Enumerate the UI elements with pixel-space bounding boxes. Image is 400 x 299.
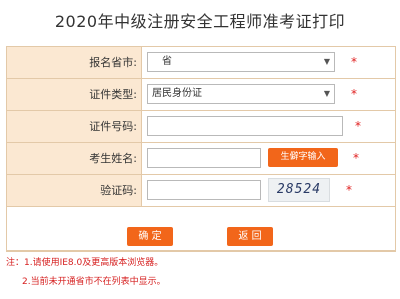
rare-char-input-button[interactable]: 生僻字输入	[268, 148, 338, 167]
admission-ticket-form: 报名省市: 省 ▼ * 证件类型: 居民身份证 ▼ * 证件号码: * 考生姓名…	[6, 46, 396, 251]
chevron-down-icon: ▼	[323, 89, 330, 98]
province-select[interactable]: 省 ▼	[147, 52, 335, 72]
name-field: 生僻字输入 *	[142, 143, 395, 174]
id-type-select-value: 居民身份证	[152, 88, 202, 99]
captcha-label: 验证码:	[7, 175, 142, 206]
id-number-label: 证件号码:	[7, 111, 142, 142]
page-title: 2020年中级注册安全工程师准考证打印	[54, 12, 346, 31]
note-line-2: 2.当前未开通省市不在列表中显示。	[22, 277, 166, 287]
name-input[interactable]	[147, 148, 261, 168]
id-type-label: 证件类型:	[7, 79, 142, 110]
captcha-field: 28524 *	[142, 175, 395, 206]
id-number-row: 证件号码: *	[7, 111, 395, 143]
name-row: 考生姓名: 生僻字输入 *	[7, 143, 395, 175]
id-type-row: 证件类型: 居民身份证 ▼ *	[7, 79, 395, 111]
captcha-image[interactable]: 28524	[268, 178, 330, 202]
back-button[interactable]: 返 回	[227, 227, 273, 246]
chevron-down-icon: ▼	[323, 57, 330, 66]
province-field: 省 ▼ *	[142, 47, 395, 78]
required-mark: *	[355, 119, 361, 133]
divider	[6, 251, 396, 252]
id-number-field: *	[142, 111, 395, 142]
captcha-row: 验证码: 28524 *	[7, 175, 395, 207]
id-type-field: 居民身份证 ▼ *	[142, 79, 395, 110]
required-mark: *	[351, 87, 357, 101]
required-mark: *	[353, 151, 359, 165]
province-select-value: 省	[162, 56, 172, 67]
name-label: 考生姓名:	[7, 143, 142, 174]
note-line-1: 注：1.请使用IE8.0及更高版本浏览器。	[6, 258, 164, 268]
province-row: 报名省市: 省 ▼ *	[7, 47, 395, 79]
captcha-input[interactable]	[147, 180, 261, 200]
required-mark: *	[346, 183, 352, 197]
id-type-select[interactable]: 居民身份证 ▼	[147, 84, 335, 104]
province-label: 报名省市:	[7, 47, 142, 78]
confirm-button[interactable]: 确 定	[127, 227, 173, 246]
required-mark: *	[351, 55, 357, 69]
id-number-input[interactable]	[147, 116, 343, 136]
